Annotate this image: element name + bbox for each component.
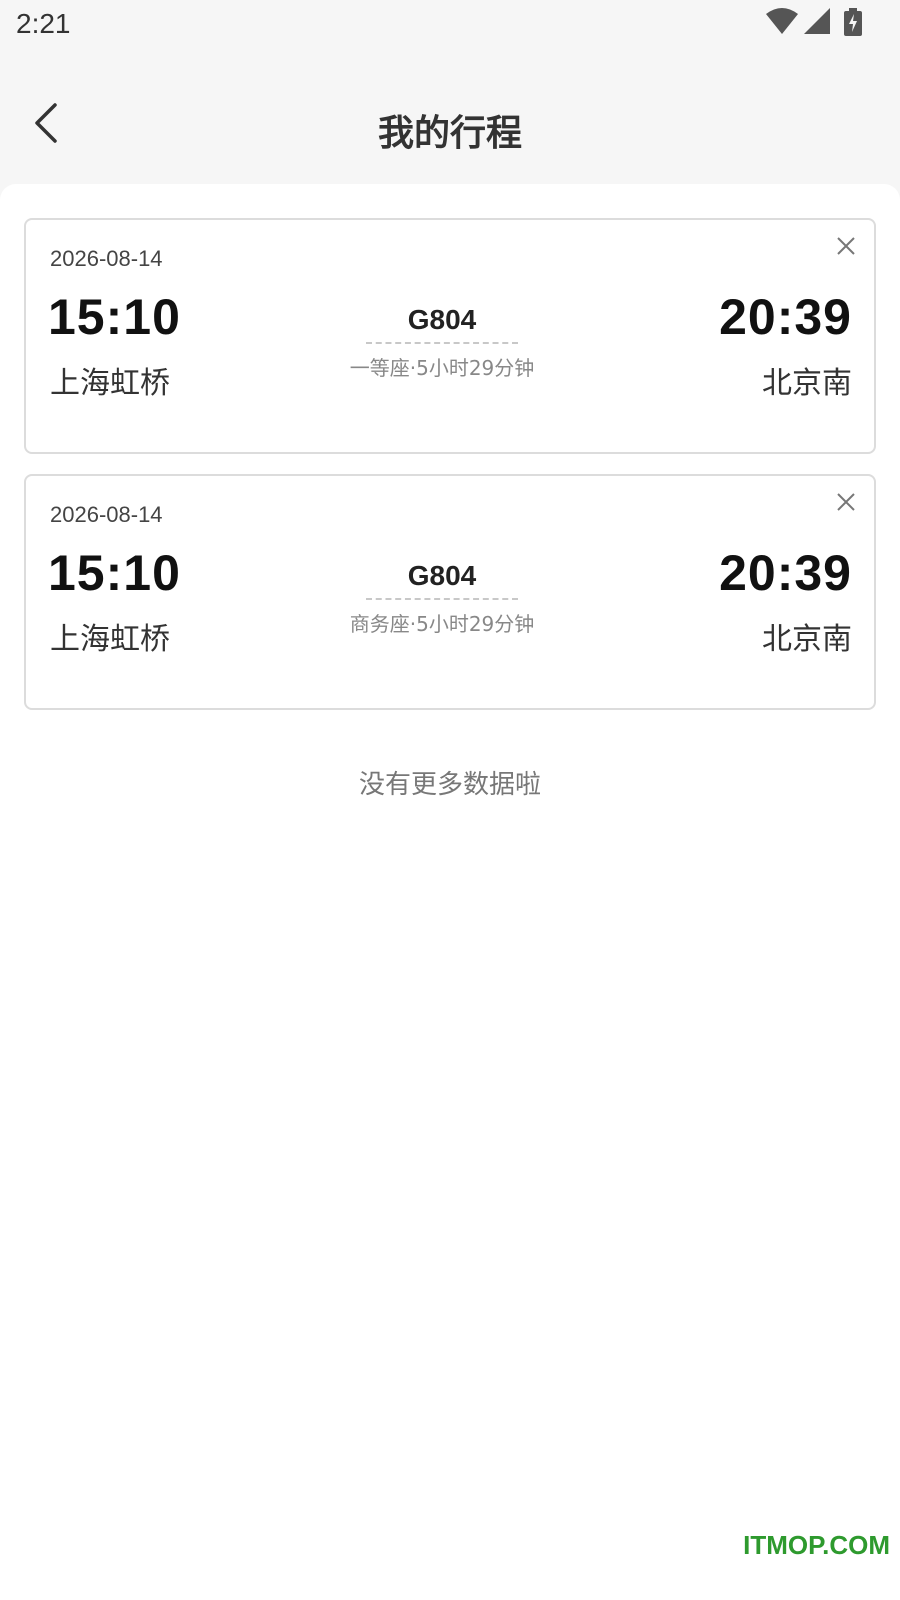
seat-duration: 商务座·5小时29分钟 [349, 612, 535, 636]
page-title: 我的行程 [377, 113, 522, 154]
watermark: ITMOP.COM [743, 1530, 890, 1560]
arrive-station: 北京南 [762, 622, 852, 657]
trip-date: 2026-08-14 [50, 246, 163, 271]
trip-card[interactable]: 2026-08-14 15:10 上海虹桥 G804 商务座·5小时29分钟 2… [24, 474, 876, 710]
trip-date: 2026-08-14 [50, 502, 163, 527]
route-divider [366, 598, 518, 600]
depart-station: 上海虹桥 [50, 366, 170, 401]
status-bar: 2:21 [0, 0, 900, 52]
nav-bar: 我的行程 [0, 80, 900, 180]
close-icon [837, 237, 855, 259]
close-icon [837, 493, 855, 515]
route-divider [366, 342, 518, 344]
depart-time: 15:10 [48, 545, 181, 601]
end-of-list-text: 没有更多数据啦 [358, 770, 541, 800]
status-time: 2:21 [16, 8, 71, 39]
depart-station: 上海虹桥 [50, 622, 170, 657]
train-number: G804 [407, 304, 477, 335]
wifi-icon [766, 8, 798, 36]
arrive-station: 北京南 [762, 366, 852, 401]
signal-icon [804, 8, 834, 36]
battery-charging-icon [844, 8, 862, 36]
train-number: G804 [407, 560, 477, 591]
seat-duration: 一等座·5小时29分钟 [349, 356, 535, 380]
depart-time: 15:10 [48, 289, 181, 345]
arrive-time: 20:39 [719, 289, 852, 345]
delete-trip-button[interactable] [832, 490, 860, 518]
delete-trip-button[interactable] [832, 234, 860, 262]
arrive-time: 20:39 [719, 545, 852, 601]
trip-list: 2026-08-14 15:10 上海虹桥 G804 一等座·5小时29分钟 2… [0, 184, 900, 1600]
trip-card[interactable]: 2026-08-14 15:10 上海虹桥 G804 一等座·5小时29分钟 2… [24, 218, 876, 454]
